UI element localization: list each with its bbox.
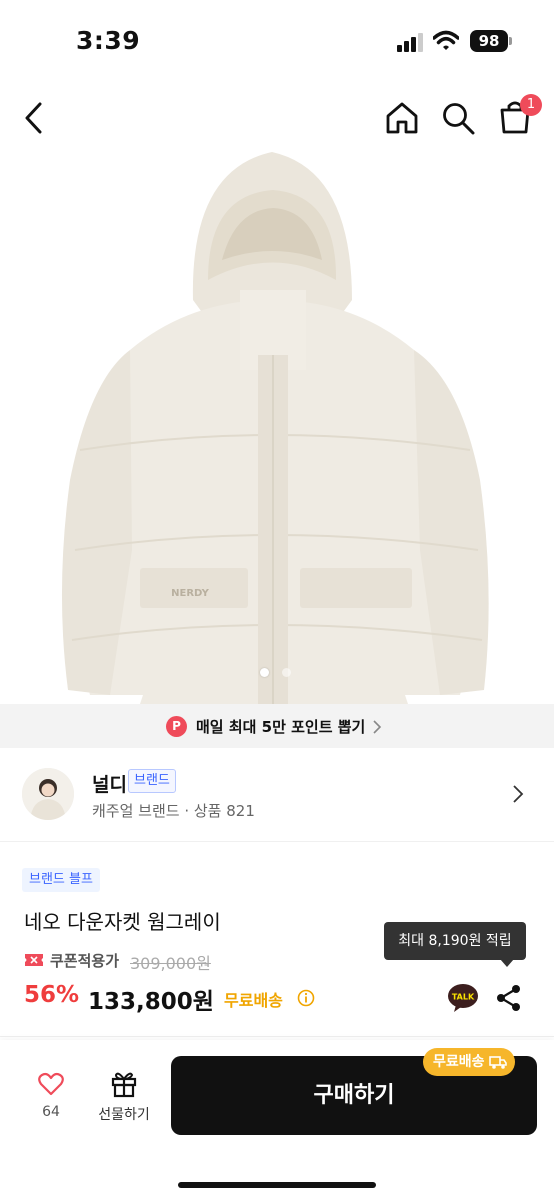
bottom-action-bar: 64 선물하기 구매하기 무료배송	[0, 1040, 554, 1200]
gift-icon	[111, 1072, 137, 1098]
jacket-logo: NERDY	[171, 588, 209, 599]
points-banner[interactable]: P 매일 최대 5만 포인트 뽑기	[0, 704, 554, 748]
chevron-right-icon	[373, 720, 382, 734]
status-bar: 3:39 98	[0, 0, 554, 80]
home-icon[interactable]	[384, 100, 420, 136]
tooltip-arrow	[500, 959, 514, 967]
brand-avatar	[22, 768, 74, 820]
svg-text:TALK: TALK	[452, 993, 475, 1002]
carousel-dot[interactable]	[282, 668, 291, 677]
product-image: NERDY	[61, 152, 489, 704]
cart-count-badge: 1	[520, 94, 542, 116]
chevron-right-icon[interactable]	[512, 784, 524, 804]
battery-tip	[509, 37, 512, 45]
truck-icon	[488, 1056, 507, 1069]
home-indicator	[178, 1182, 376, 1188]
discount-rate: 56%	[24, 982, 80, 1008]
brand-row[interactable]: 널디 브랜드 캐주얼 브랜드 · 상품 821	[0, 748, 554, 842]
promo-badge: 브랜드 블프	[22, 868, 100, 892]
share-icon[interactable]	[496, 984, 522, 1012]
carousel-dot-active[interactable]	[260, 668, 269, 677]
reward-tooltip: 최대 8,190원 적립	[384, 922, 526, 960]
heart-icon	[38, 1072, 64, 1096]
sale-price: 133,800원	[88, 989, 214, 1015]
battery-indicator: 98	[470, 30, 508, 52]
wifi-icon	[433, 30, 459, 50]
kakao-talk-icon[interactable]: TALK	[447, 983, 479, 1013]
info-icon[interactable]	[297, 989, 315, 1007]
price-row: 56% 133,800원 무료배송	[24, 982, 424, 1016]
free-shipping-label: 무료배송	[224, 991, 283, 1010]
search-icon[interactable]	[440, 100, 476, 136]
gift-label: 선물하기	[98, 1107, 150, 1123]
coupon-icon	[25, 954, 43, 966]
gift-button[interactable]: 선물하기	[92, 1068, 156, 1132]
signal-icon	[397, 33, 423, 52]
points-banner-text: 매일 최대 5만 포인트 뽑기	[196, 718, 366, 736]
like-button[interactable]: 64	[26, 1070, 76, 1130]
points-badge: P	[166, 716, 187, 737]
free-shipping-chip: 무료배송	[423, 1048, 515, 1076]
original-price: 309,000원	[130, 954, 211, 973]
product-title: 네오 다운자켓 웜그레이	[24, 910, 221, 934]
divider	[0, 1036, 554, 1037]
product-image-carousel[interactable]: NERDY	[0, 150, 554, 704]
free-shipping-chip-label: 무료배송	[433, 1054, 485, 1070]
brand-tag: 브랜드	[128, 769, 176, 793]
carousel-dots	[258, 666, 298, 678]
top-nav: 1	[0, 86, 554, 150]
coupon-price-label: 쿠폰적용가	[50, 952, 120, 970]
like-count: 64	[42, 1104, 60, 1120]
brand-description: 캐주얼 브랜드 · 상품 821	[92, 802, 255, 820]
brand-name[interactable]: 널디	[92, 770, 127, 797]
back-arrow-icon[interactable]	[20, 100, 48, 136]
expand-icon[interactable]	[0, 650, 24, 674]
status-time: 3:39	[76, 26, 141, 55]
